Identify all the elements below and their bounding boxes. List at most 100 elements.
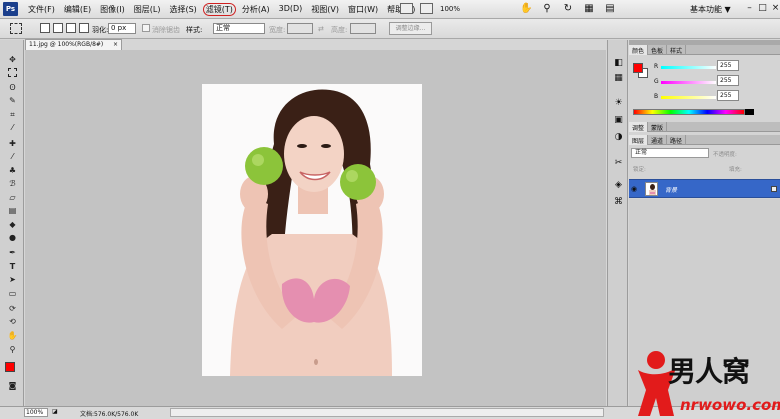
minimize-button[interactable]: – — [744, 3, 755, 14]
add-selection-icon[interactable] — [53, 23, 63, 33]
layer-row-background[interactable]: ◉ 背景 — [629, 179, 780, 198]
green-value[interactable]: 255 — [717, 75, 739, 86]
menu-edit[interactable]: 编辑(E) — [64, 4, 91, 15]
color-ramp-black[interactable] — [745, 109, 754, 115]
height-label: 高度: — [331, 26, 348, 34]
document-image[interactable] — [202, 84, 422, 376]
move-tool-icon[interactable]: ✥ — [7, 54, 18, 65]
crop-tool-icon[interactable]: ⌗ — [7, 109, 18, 120]
quick-select-tool-icon[interactable]: ✎ — [7, 95, 18, 106]
blend-mode-select[interactable]: 正常 — [631, 148, 709, 158]
screen-mode-icon[interactable] — [400, 3, 413, 14]
brushes-panel-icon[interactable]: ✂ — [613, 158, 624, 169]
tab-adjustments[interactable]: 调整 — [629, 122, 649, 132]
green-slider[interactable] — [661, 81, 716, 84]
channels-panel-icon[interactable]: ◑ — [613, 132, 624, 143]
red-slider[interactable] — [661, 66, 716, 69]
menu-filter[interactable]: 滤镜(T) — [202, 3, 236, 16]
opacity-label: 不透明度: — [713, 152, 737, 158]
window-controls: – □ × — [742, 3, 780, 14]
foreground-color-swatch[interactable] — [5, 362, 15, 372]
clone-stamp-tool-icon[interactable]: ♣ — [7, 165, 18, 176]
zoom-level-dropdown[interactable]: 100% — [440, 5, 460, 13]
document-title: 11.jpg @ 100%(RGB/8#) — [29, 41, 104, 48]
close-document-icon[interactable]: × — [113, 40, 118, 50]
subtract-selection-icon[interactable] — [66, 23, 76, 33]
shape-tool-icon[interactable]: ▭ — [7, 288, 18, 299]
zoom-tool-icon[interactable]: ⚲ — [541, 3, 553, 14]
maximize-button[interactable]: □ — [757, 3, 768, 14]
marquee-tool-preset-icon[interactable] — [10, 23, 22, 34]
3d-orbit-tool-icon[interactable]: ⟲ — [7, 316, 18, 327]
menu-view[interactable]: 视图(V) — [311, 4, 339, 15]
status-info-icon[interactable]: ◪ — [52, 408, 58, 415]
brush-tool-icon[interactable]: ⁄ — [7, 151, 18, 162]
hand-tool-icon[interactable]: ✋ — [7, 330, 18, 341]
new-selection-icon[interactable] — [40, 23, 50, 33]
intersect-selection-icon[interactable] — [79, 23, 89, 33]
healing-brush-tool-icon[interactable]: ✚ — [7, 138, 18, 149]
tab-swatches[interactable]: 色板 — [648, 45, 668, 55]
eyedropper-tool-icon[interactable]: ⁄ — [7, 122, 18, 133]
adjustments-panel-icon[interactable]: ☀ — [613, 98, 624, 109]
blur-tool-icon[interactable]: ◆ — [7, 219, 18, 230]
history-panel-icon[interactable]: ⌘ — [613, 197, 624, 208]
menu-3d[interactable]: 3D(D) — [279, 4, 303, 15]
lasso-tool-icon[interactable]: ʘ — [7, 82, 18, 93]
arrange-documents-icon[interactable] — [420, 3, 433, 14]
extras-icon[interactable]: ▤ — [604, 3, 616, 14]
menu-select[interactable]: 选择(S) — [169, 4, 196, 15]
document-tab[interactable]: 11.jpg @ 100%(RGB/8#) × — [25, 39, 122, 50]
menu-analysis[interactable]: 分析(A) — [242, 4, 270, 15]
pen-tool-icon[interactable]: ✒ — [7, 247, 18, 258]
layer-visibility-icon[interactable]: ◉ — [631, 185, 639, 193]
style-select[interactable]: 正常 — [213, 23, 265, 34]
masks-panel-icon[interactable]: ▣ — [613, 115, 624, 126]
tab-color[interactable]: 颜色 — [629, 45, 649, 55]
height-input[interactable] — [350, 23, 376, 34]
hand-tool-icon[interactable]: ✋ — [520, 3, 532, 14]
feather-input[interactable]: 0 px — [108, 23, 136, 34]
grid-icon[interactable]: ▦ — [583, 3, 595, 14]
horizontal-scrollbar[interactable] — [170, 408, 604, 417]
panel-foreground-swatch[interactable] — [633, 63, 643, 73]
menu-window[interactable]: 窗口(W) — [348, 4, 378, 15]
photoshop-logo: Ps — [3, 2, 18, 16]
close-button[interactable]: × — [770, 3, 780, 14]
type-tool-icon[interactable]: T — [7, 261, 18, 272]
dodge-tool-icon[interactable]: ● — [7, 232, 18, 243]
blue-value[interactable]: 255 — [717, 90, 739, 101]
history-brush-tool-icon[interactable]: ℬ — [7, 178, 18, 189]
eraser-tool-icon[interactable]: ▱ — [7, 192, 18, 203]
layer-thumbnail-image — [646, 183, 657, 195]
menu-file[interactable]: 文件(F) — [28, 4, 55, 15]
marquee-tool-icon[interactable] — [8, 68, 17, 77]
tab-masks[interactable]: 蒙版 — [648, 122, 668, 132]
workspace-switcher[interactable]: 基本功能 ▼ — [690, 4, 731, 15]
menu-layer[interactable]: 图层(L) — [134, 4, 161, 15]
tab-layers[interactable]: 图层 — [629, 135, 649, 145]
antialias-checkbox[interactable] — [142, 24, 150, 32]
width-input[interactable] — [287, 23, 313, 34]
tab-paths[interactable]: 路径 — [667, 135, 687, 145]
blue-slider[interactable] — [661, 96, 716, 99]
quick-mask-icon[interactable]: ◙ — [7, 380, 18, 391]
swatches-panel-icon[interactable]: ▦ — [613, 73, 624, 84]
tab-styles[interactable]: 样式 — [667, 45, 687, 55]
red-label: R — [654, 63, 659, 70]
width-label: 宽度: — [269, 26, 286, 34]
path-selection-tool-icon[interactable]: ➤ — [7, 274, 18, 285]
rotate-view-icon[interactable]: ↻ — [562, 3, 574, 14]
zoom-tool-icon[interactable]: ⚲ — [7, 344, 18, 355]
3d-rotate-tool-icon[interactable]: ⟳ — [7, 303, 18, 314]
color-ramp[interactable] — [633, 109, 745, 115]
status-zoom-input[interactable]: 100% — [24, 408, 48, 417]
layer-lock-icon — [771, 186, 777, 192]
color-panel-icon[interactable]: ◧ — [613, 58, 624, 69]
menu-image[interactable]: 图像(I) — [100, 4, 125, 15]
red-value[interactable]: 255 — [717, 60, 739, 71]
gradient-tool-icon[interactable]: ▤ — [7, 205, 18, 216]
refine-edge-button[interactable]: 调整边缘... — [389, 22, 432, 35]
layers-panel-icon[interactable]: ◈ — [613, 180, 624, 191]
tab-channels[interactable]: 通道 — [648, 135, 668, 145]
